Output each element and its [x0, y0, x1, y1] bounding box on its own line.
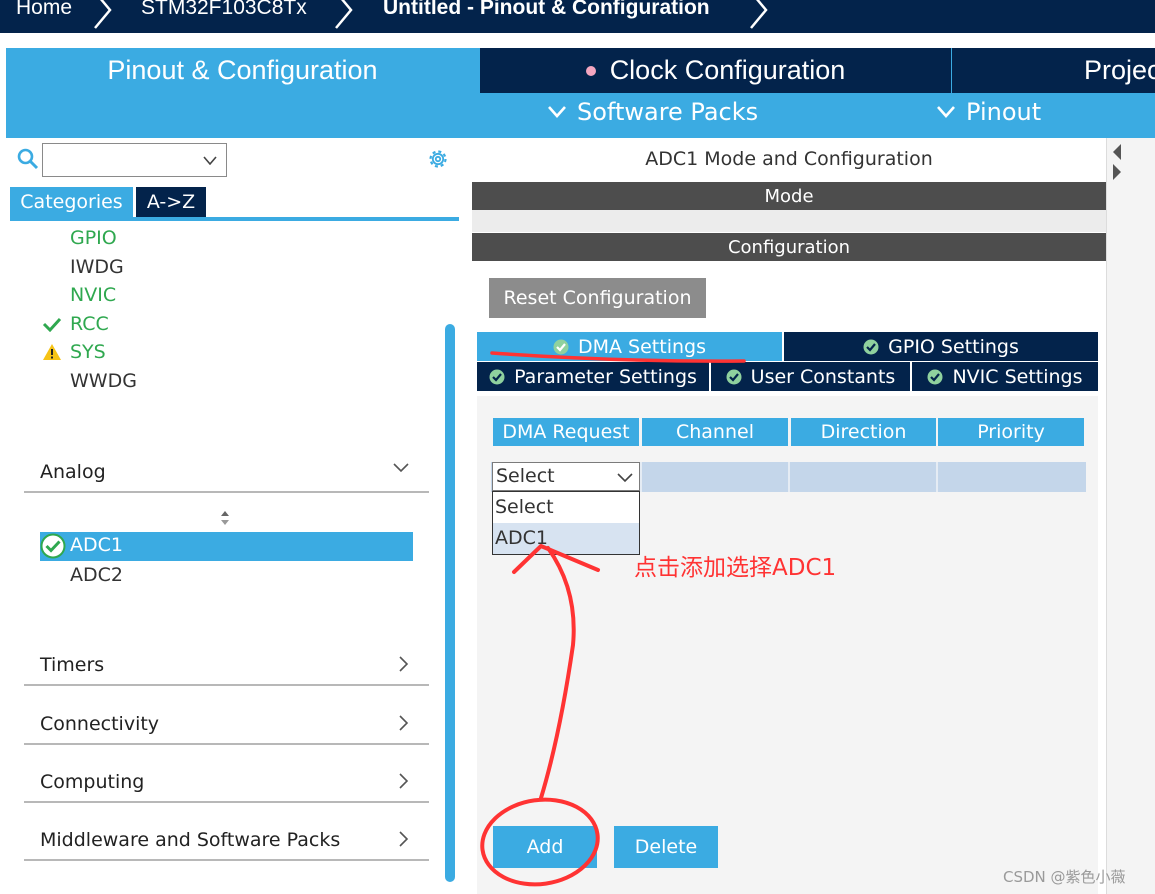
check-circle-icon	[553, 339, 569, 354]
section-timers[interactable]: Timers	[24, 648, 429, 686]
section-analog[interactable]: Analog	[24, 455, 429, 493]
column-header-channel: Channel	[642, 418, 788, 446]
dma-request-dropdown: Select ADC1	[492, 491, 640, 555]
warning-icon	[43, 344, 61, 360]
tab-project-manager[interactable]: Projec	[952, 48, 1155, 93]
gear-icon[interactable]	[426, 147, 450, 171]
breadcrumb: Home STM32F103C8Tx Untitled - Pinout & C…	[0, 0, 1155, 33]
chevron-right-icon	[399, 831, 409, 847]
ip-iwdg[interactable]: IWDG	[70, 256, 124, 278]
collapse-arrow-icon[interactable]	[1112, 142, 1122, 182]
chevron-down-icon	[393, 463, 409, 473]
tab-pinout-configuration[interactable]: Pinout & Configuration	[6, 48, 479, 93]
chevron-right-icon	[399, 715, 409, 731]
scrollbar[interactable]	[445, 324, 455, 882]
check-circle-icon	[863, 339, 879, 354]
check-circle-icon	[40, 533, 66, 559]
categories-panel: Categories A->Z GPIO IWDG NVIC RCC SYS W…	[6, 138, 459, 894]
tab-nvic-settings[interactable]: NVIC Settings	[912, 362, 1098, 391]
annotation-text: 点击添加选择ADC1	[634, 555, 837, 581]
watermark: CSDN @紫色小薇	[1003, 868, 1126, 886]
section-computing[interactable]: Computing	[24, 765, 429, 803]
dropdown-option-select[interactable]: Select	[493, 492, 639, 523]
sort-icon[interactable]	[219, 510, 231, 526]
tab-dma-settings[interactable]: DMA Settings	[477, 332, 782, 361]
tab-user-constants[interactable]: User Constants	[711, 362, 910, 391]
reset-configuration-button[interactable]: Reset Configuration	[489, 278, 706, 318]
chevron-down-icon	[548, 106, 566, 118]
panel-title: ADC1 Mode and Configuration	[645, 148, 933, 170]
section-connectivity[interactable]: Connectivity	[24, 707, 429, 745]
breadcrumb-home[interactable]: Home	[16, 0, 72, 20]
check-circle-icon	[489, 369, 505, 384]
tab-gpio-settings[interactable]: GPIO Settings	[784, 332, 1098, 361]
mode-header[interactable]: Mode	[472, 182, 1106, 210]
mode-content	[472, 210, 1106, 232]
check-icon	[42, 317, 62, 332]
chevron-down-icon	[937, 106, 955, 118]
dma-request-select[interactable]: Select	[492, 462, 640, 491]
chevron-right-icon	[335, 0, 353, 29]
breadcrumb-current[interactable]: Untitled - Pinout & Configuration	[383, 0, 710, 20]
ip-gpio[interactable]: GPIO	[70, 227, 117, 249]
tab-underline	[10, 217, 459, 221]
ip-wwdg[interactable]: WWDG	[70, 370, 137, 392]
ip-sys[interactable]: SYS	[70, 341, 106, 363]
chevron-right-icon	[399, 773, 409, 789]
ip-adc1[interactable]: ADC1	[70, 534, 123, 556]
column-header-direction: Direction	[791, 418, 936, 446]
software-packs-menu[interactable]: Software Packs	[547, 98, 758, 126]
search-input[interactable]	[42, 143, 227, 177]
chevron-down-icon	[203, 156, 217, 165]
modified-dot-icon	[585, 65, 596, 76]
column-header-dma-request: DMA Request	[493, 418, 639, 446]
chevron-right-icon	[750, 0, 768, 29]
search-icon[interactable]	[17, 148, 39, 170]
chevron-right-icon	[94, 0, 112, 29]
check-circle-icon	[927, 369, 943, 384]
tab-a-z[interactable]: A->Z	[136, 187, 206, 217]
delete-button[interactable]: Delete	[614, 826, 718, 868]
collapse-strip[interactable]	[1106, 138, 1155, 894]
tab-parameter-settings[interactable]: Parameter Settings	[477, 362, 709, 391]
pinout-menu[interactable]: Pinout	[936, 98, 1041, 126]
breadcrumb-chip[interactable]: STM32F103C8Tx	[141, 0, 307, 20]
dropdown-option-adc1[interactable]: ADC1	[493, 523, 639, 554]
ip-nvic[interactable]: NVIC	[70, 284, 116, 306]
chevron-right-icon	[399, 656, 409, 672]
main-tabs: Pinout & Configuration Clock Configurati…	[6, 48, 1155, 138]
column-header-priority: Priority	[938, 418, 1084, 446]
mode-configuration-panel: ADC1 Mode and Configuration Mode Configu…	[472, 138, 1155, 894]
section-middleware[interactable]: Middleware and Software Packs	[24, 823, 429, 861]
configuration-header: Configuration	[472, 233, 1106, 261]
chevron-down-icon	[617, 473, 633, 483]
stm32cubemx-window: Home STM32F103C8Tx Untitled - Pinout & C…	[0, 0, 1155, 894]
check-circle-icon	[726, 369, 742, 384]
ip-rcc[interactable]: RCC	[70, 313, 109, 335]
tab-clock-configuration[interactable]: Clock Configuration	[480, 48, 951, 93]
add-button[interactable]: Add	[493, 826, 597, 868]
ip-adc2[interactable]: ADC2	[70, 564, 123, 586]
tab-categories[interactable]: Categories	[10, 187, 133, 217]
